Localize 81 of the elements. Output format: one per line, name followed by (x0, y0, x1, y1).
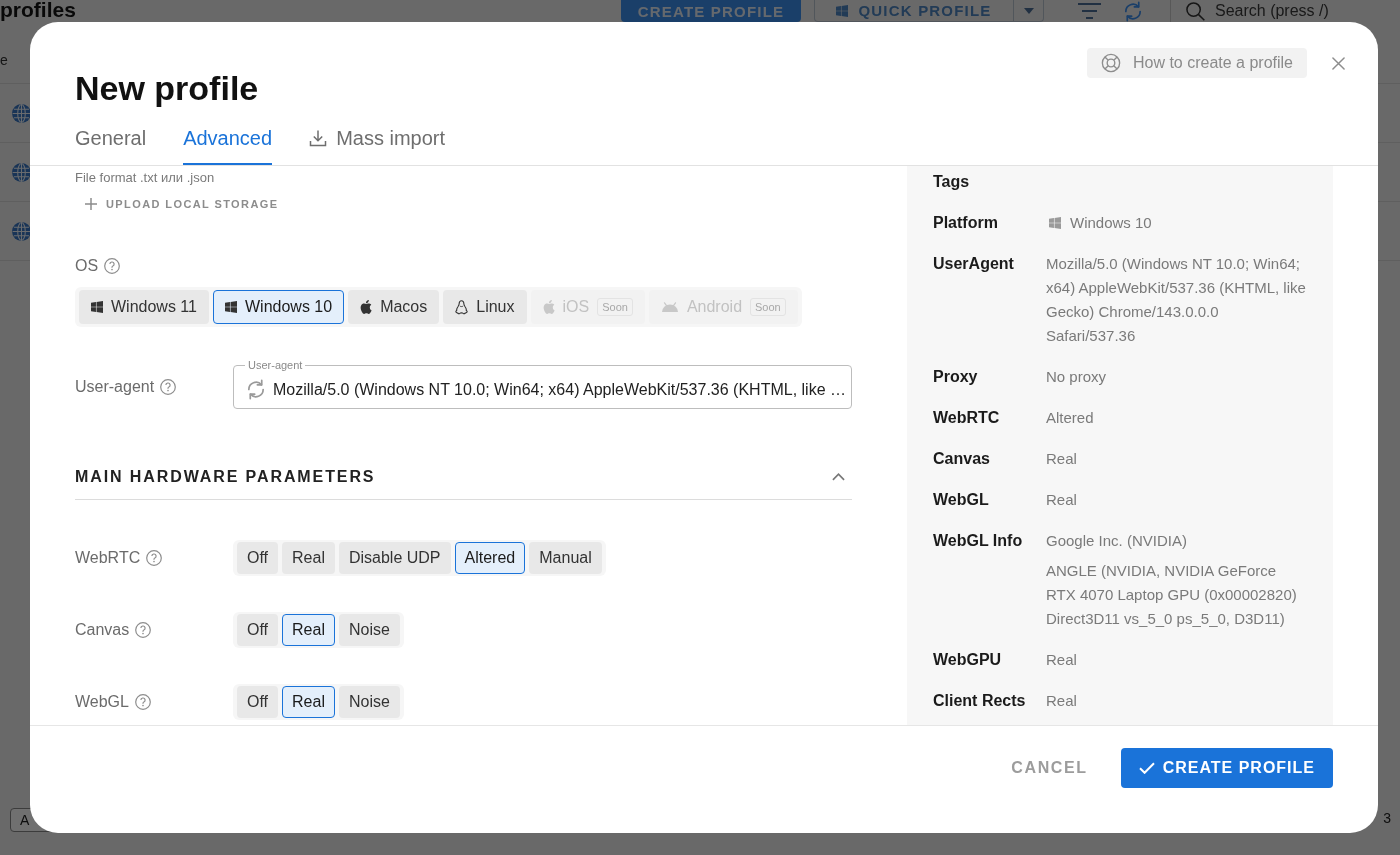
summary-value: Windows 10 (1070, 213, 1152, 233)
summary-value: Altered (1046, 408, 1095, 428)
summary-label: WebGL (933, 490, 990, 510)
summary-value: Real (1046, 691, 1078, 711)
summary-label: WebGPU (933, 650, 1003, 670)
penguin-icon (455, 299, 469, 315)
option-button[interactable]: Off (237, 542, 279, 574)
windows-logo-icon (91, 301, 103, 313)
tab[interactable]: General (75, 116, 147, 165)
windows-logo-icon (224, 301, 237, 313)
field-label: WebGL (75, 692, 129, 712)
globe-icon (12, 221, 31, 241)
help-icon (134, 694, 151, 710)
soon-badge: Soon (597, 298, 633, 316)
option-button[interactable]: Off (237, 614, 279, 646)
floating-label: User-agent (247, 359, 304, 371)
lifebuoy-icon (1100, 53, 1121, 73)
option-button[interactable]: Noise (338, 614, 400, 646)
summary-label: Proxy (933, 367, 979, 387)
user-agent-field[interactable]: User-agent Mozilla/5.0 (Windows NT 10.0; Win64; x64) AppleWebKit/537.36 (KHTML, like … (233, 359, 852, 409)
option-button[interactable]: Manual (529, 542, 602, 574)
file-format-hint: File format .txt или .json (75, 170, 215, 186)
option-button[interactable]: Linux (443, 290, 527, 324)
field-label: User-agent (75, 377, 155, 397)
windows-logo-icon (1049, 217, 1061, 229)
summary-value: Real (1046, 650, 1078, 670)
search-field[interactable]: Search (press /) (1215, 2, 1395, 20)
option-button[interactable]: Real (282, 614, 335, 646)
summary-label: WebRTC (933, 408, 1001, 428)
soon-badge: Soon (750, 298, 786, 316)
refresh-icon[interactable] (1124, 0, 1142, 22)
help-icon (160, 379, 177, 395)
option-button[interactable]: Windows 11 (79, 290, 209, 324)
summary-label: Platform (933, 213, 999, 233)
caret-down-icon (1023, 7, 1034, 14)
help-icon (146, 550, 163, 566)
summary-value: Real (1046, 490, 1078, 510)
option-button[interactable]: Disable UDP (338, 542, 451, 574)
column-header: e (0, 52, 8, 70)
plus-icon (85, 198, 97, 210)
apple-logo-icon (542, 300, 555, 314)
globe-icon (12, 162, 31, 182)
refresh-icon[interactable] (247, 379, 265, 400)
apple-logo-icon (360, 300, 373, 314)
summary-label: Client Rects (933, 691, 1027, 711)
field-label: WebRTC (75, 548, 141, 568)
download-icon (309, 129, 328, 147)
option-button[interactable]: Real (282, 686, 335, 718)
option-button[interactable]: Off (237, 686, 279, 718)
filter-icon[interactable] (1078, 3, 1101, 19)
summary-label: WebGL Info (933, 531, 1024, 551)
field-label: OS (75, 256, 99, 276)
summary-label: UserAgent (933, 254, 1015, 274)
section-header[interactable]: MAIN HARDWARE PARAMETERS (75, 455, 852, 500)
search-icon (1186, 1, 1205, 21)
option-button[interactable]: Altered (454, 542, 526, 574)
close-icon[interactable] (1332, 56, 1345, 70)
create-profile-button[interactable]: CREATE PROFILE (1120, 748, 1333, 788)
tab[interactable]: Mass import (309, 116, 446, 165)
summary-label: Canvas (933, 449, 991, 469)
dialog-title: New profile (75, 68, 259, 108)
option-button[interactable]: Noise (338, 686, 400, 718)
option-button[interactable]: Real (282, 542, 335, 574)
check-icon (1138, 762, 1155, 774)
summary-value: No proxy (1046, 367, 1108, 387)
summary-label: Tags (933, 172, 971, 192)
windows-logo-icon (836, 4, 849, 17)
help-icon (135, 622, 152, 638)
page-title: profiles (0, 0, 76, 22)
help-icon (104, 258, 121, 274)
option-button[interactable]: Macos (348, 290, 440, 324)
option-button[interactable]: Windows 10 (212, 290, 345, 324)
summary-value: ANGLE (NVIDIA, NVIDIA GeForce RTX 4070 Laptop GPU (0x00002820) Direct3D11 vs_5_0 ps_5_0, D3D11) (1046, 561, 1298, 629)
page-count: 3 (1383, 809, 1391, 828)
summary-value: Google Inc. (NVIDIA) (1046, 531, 1188, 551)
field-label: Canvas (75, 620, 130, 640)
summary-value: Real (1046, 449, 1078, 469)
tab[interactable]: Advanced (183, 116, 273, 165)
globe-icon (12, 103, 31, 123)
android-icon (660, 302, 679, 312)
summary-value: Mozilla/5.0 (Windows NT 10.0; Win64; x64) AppleWebKit/537.36 (KHTML, like Gecko) Chrome/143.0.0.0 Safari/537.36 (1046, 254, 1307, 346)
